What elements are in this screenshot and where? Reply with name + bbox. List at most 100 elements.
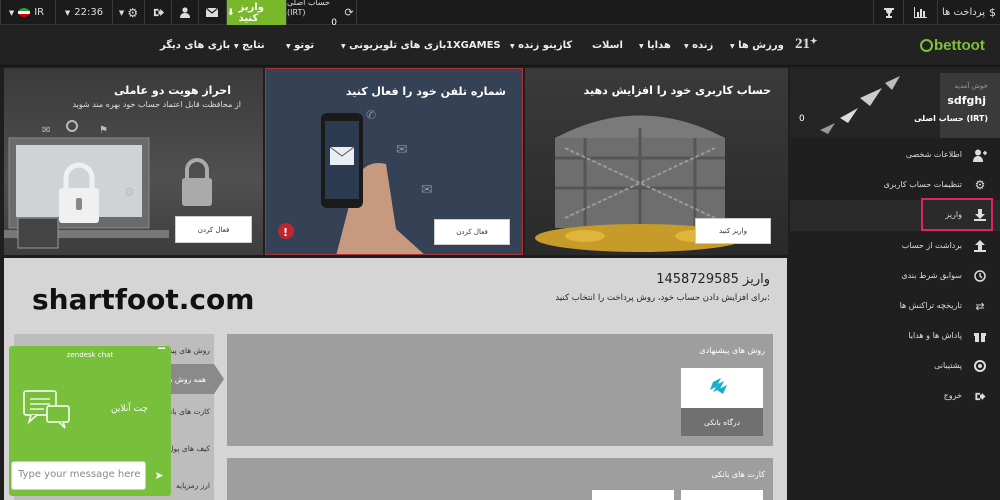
sidebar-item-label: سوابق شرط بندی [901,271,962,280]
deposit-button[interactable]: ⬇ واریز کنید [226,0,286,25]
nav-item-toto[interactable]: ▼ توتو [286,40,314,51]
site-logo[interactable]: bettoot [920,37,985,54]
chevron-down-icon: ▼ [64,8,71,17]
nav-item-1xgames[interactable]: 1XGAMES [446,40,501,51]
sidebar-item-support[interactable]: پشتیبانی [790,351,1000,381]
sidebar-item-bet-history[interactable]: سوابق شرط بندی [790,261,1000,291]
stats-button[interactable] [903,0,937,25]
nav-item-label: زنده [692,40,714,51]
profile-button[interactable] [171,0,198,25]
star-icon: ✦ [810,36,818,46]
bank-card-option[interactable] [681,490,763,500]
category-item-wallets[interactable]: کیف های پول [168,444,210,453]
refresh-balance-button[interactable]: ⟳ [341,0,357,25]
payments-menu[interactable]: پرداخت ها $ [937,0,1000,25]
nav-item-label: نتایج [242,40,265,51]
banner-deposit-title: حساب کاربری خود را افزایش دهید [583,84,771,97]
gear-icon: ⚙ [127,5,139,20]
nav-item-gifts[interactable]: ▼ هدایا [639,40,671,51]
nav-item-label: ورزش ها [738,40,784,51]
category-item-crypto[interactable]: ارز رمزپایه [176,481,210,490]
banner-2fa-subtitle: از محافظت قابل اعتماد حساب خود بهره مند … [72,100,241,109]
banner-phone-title: شماره تلفن خود را فعال کنید [345,85,506,98]
sidebar-item-account-settings[interactable]: تنظیمات حساب کاربری ⚙ [790,170,1000,200]
svg-text:!: ! [283,226,288,239]
dollar-icon: $ [989,6,997,19]
download-icon: ⬇ [227,7,235,18]
sidebar-profile-header: خوش آمدید sdfghj حساب اصلی (IRT) 0 [790,68,1000,138]
sidebar-item-label: پشتیبانی [934,361,962,370]
trophy-icon [883,7,894,18]
sidebar-item-label: برداشت از حساب [901,241,962,250]
zendesk-chat-widget: zendesk chat ▔ چت آنلاین Type your messa… [9,346,171,496]
gateway-logo-icon [710,378,727,394]
chat-header-title: zendesk chat [66,351,114,359]
time-selector[interactable]: ▼ 22:36 [55,0,112,25]
trophy-button[interactable] [873,0,903,25]
nav-item-tv-games[interactable]: ▼ بازی های تلویزیونی [341,40,446,51]
sidebar-greeting: خوش آمدید [954,82,988,90]
bank-gateway-card[interactable]: درگاه بانکی [681,368,763,436]
nav-item-label: بازی های تلویزیونی [349,40,447,51]
sidebar-item-withdraw[interactable]: برداشت از حساب [790,231,1000,261]
chevron-down-icon: ▼ [510,43,515,50]
nav-item-live[interactable]: ▼ زنده [684,40,713,51]
category-item-label: همه روش ها [166,375,206,384]
nav-21-logo[interactable]: 21✦ [795,36,818,53]
settings-button[interactable]: ▼ ⚙ [112,0,144,25]
main-nav: bettoot 21✦ ▼ ورزش ها ▼ زنده ▼ هدایا اسل… [0,26,1000,66]
clock-icon [972,268,988,284]
sidebar-item-transactions[interactable]: تاریخچه تراکنش ها ⇄ [790,291,1000,321]
payments-label: پرداخت ها [941,7,986,18]
banner-phone: ✉ ✉ ✆ ! شماره تلفن خود را فعال کنید فعال… [265,68,523,255]
chevron-down-icon: ▼ [8,8,15,17]
sidebar-item-logout[interactable]: خروج [790,381,1000,411]
chevron-down-icon: ▼ [286,43,291,50]
sidebar-item-bonuses[interactable]: پاداش ها و هدایا [790,321,1000,351]
chevron-down-icon: ▼ [341,43,346,50]
deposit-title: واریز 1458729585 [656,272,770,287]
account-sidebar: خوش آمدید sdfghj حساب اصلی (IRT) 0 اطلاع… [790,68,1000,500]
send-icon[interactable]: ➤ [149,461,169,490]
activate-phone-button[interactable]: فعال کردن [434,219,510,245]
chat-bubbles-icon [23,390,70,429]
svg-text:✉: ✉ [396,142,408,158]
chat-header[interactable]: zendesk chat [9,346,171,364]
bank-gateway-label: درگاه بانکی [681,408,763,436]
nav-item-sports[interactable]: ▼ ورزش ها [730,40,784,51]
bank-cards-panel-title: کارت های بانکی [711,470,765,479]
deposit-banner-button[interactable]: واریز کنید [695,218,771,244]
deposit-subtitle: برای افزایش دادن حساب خود، روش پرداخت را… [555,293,770,303]
sidebar-item-label: تاریخچه تراکنش ها [899,301,962,310]
nav-item-label: هدایا [647,40,671,51]
iran-flag-icon [18,8,31,17]
logo-text: bettoot [934,37,985,54]
activate-2fa-button[interactable]: فعال کردن [175,216,252,243]
chevron-down-icon: ▼ [730,43,735,50]
chat-message-input[interactable]: Type your message here [11,461,146,490]
bank-cards-panel: کارت های بانکی [227,458,773,500]
logo-circle-icon [920,39,933,52]
recommended-methods-panel: روش های پیشنهادی درگاه بانکی [227,334,773,446]
watermark-text: shartfoot.com [32,283,255,316]
language-selector[interactable]: ▼ IR [0,0,52,25]
user-icon [180,7,190,18]
logout-top-button[interactable] [144,0,171,25]
bar-chart-icon [914,7,927,18]
sidebar-item-label: تنظیمات حساب کاربری [883,180,962,189]
account-balance-box[interactable]: حساب اصلی (IRT) 0 [286,0,341,28]
bank-card-option[interactable] [592,490,674,500]
svg-text:✉: ✉ [421,182,433,198]
nav-item-live-casino[interactable]: ▼ کازینو زنده [510,40,572,51]
transfer-icon: ⇄ [975,299,985,313]
minimize-icon[interactable]: ▔ [158,349,165,359]
nav-item-slots[interactable]: اسلات [592,40,623,51]
messages-button[interactable] [198,0,225,25]
nav-item-other-games[interactable]: بازی های دیگر [160,40,230,51]
gears-icon: ⚙ [974,178,986,192]
page-root: ▼ IR ▼ 22:36 ▼ ⚙ ⬇ واریز کنید حساب اصلی … [0,0,1000,500]
refresh-icon: ⟳ [344,6,354,19]
sidebar-item-personal-info[interactable]: اطلاعات شخصی [790,140,1000,170]
chevron-down-icon: ▼ [234,43,239,50]
nav-item-results[interactable]: ▼ نتایج [234,40,265,51]
